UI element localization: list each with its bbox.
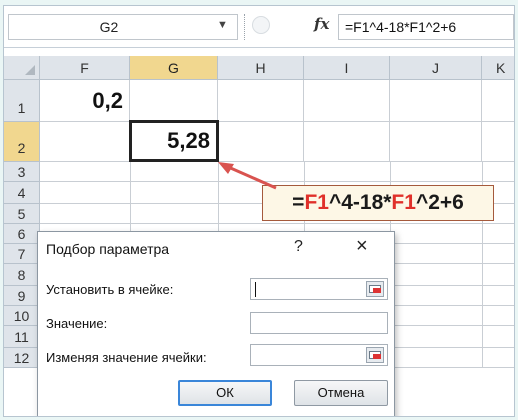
cell-g2[interactable]: 5,28 [129,120,219,162]
row-header-4[interactable]: 4 [4,182,40,204]
goal-seek-dialog: Подбор параметра ? × Установить в ячейке… [37,231,395,416]
column-header-k[interactable]: K [482,56,514,80]
row-header-1[interactable]: 1 [4,80,40,122]
insert-function-icon[interactable]: fx [314,15,329,33]
row-header-6[interactable]: 6 [4,224,40,244]
row-header-2[interactable]: 2 [4,122,40,162]
callout-middle: ^4-18* [328,191,392,214]
close-icon[interactable]: × [356,235,368,258]
column-header-j[interactable]: J [390,56,482,80]
callout-ref-1: F1 [304,191,329,214]
cell-k1[interactable] [482,80,514,122]
row-header-9[interactable]: 9 [4,286,40,306]
cell-g1[interactable] [130,80,218,122]
cell-f2[interactable] [40,122,130,162]
formula-bar-divider[interactable] [244,14,246,40]
cell-k2[interactable] [482,122,514,162]
cell-h2[interactable] [218,122,304,162]
callout-suffix: ^2+6 [415,191,464,214]
callout-prefix: = [292,191,305,214]
callout-ref-2: F1 [391,191,416,214]
chevron-down-icon[interactable]: ▼ [217,19,228,31]
row-header-8[interactable]: 8 [4,264,40,286]
column-header-h[interactable]: H [218,56,304,80]
collapse-dialog-icon-2[interactable] [366,347,384,363]
to-value-input[interactable] [250,312,388,334]
changing-cell-label: Изменяя значение ячейки: [46,350,207,365]
dialog-title: Подбор параметра [46,241,170,257]
cancel-button[interactable]: Отмена [294,380,388,406]
set-cell-input[interactable] [250,278,388,300]
name-box-value: G2 [99,19,119,35]
formula-callout: =F1^4-18*F1^2+6 [262,185,494,221]
row-3-cells[interactable] [40,162,514,182]
excel-window: G2 ▼ fx =F1^4-18*F1^2+6 F G H I J K 1 2 … [3,5,515,417]
row-header-7[interactable]: 7 [4,244,40,264]
formula-input[interactable]: =F1^4-18*F1^2+6 [338,14,514,40]
column-header-g[interactable]: G [130,56,218,80]
row-header-10[interactable]: 10 [4,306,40,326]
row-header-11[interactable]: 11 [4,326,40,348]
row-header-5[interactable]: 5 [4,204,40,224]
select-all-corner[interactable] [4,56,40,80]
changing-cell-input[interactable] [250,344,388,366]
column-header-i[interactable]: I [304,56,390,80]
cancel-entry-icon [252,16,270,34]
select-all-icon [25,65,35,75]
text-caret [255,282,256,297]
help-icon[interactable]: ? [294,238,303,256]
row-header-3[interactable]: 3 [4,162,40,182]
row-header-12[interactable]: 12 [4,348,40,368]
cell-j2[interactable] [390,122,482,162]
cell-h1[interactable] [218,80,304,122]
ok-button[interactable]: ОК [178,380,272,406]
cell-i1[interactable] [304,80,390,122]
collapse-dialog-icon[interactable] [366,281,384,297]
set-cell-label: Установить в ячейке: [46,282,174,297]
cell-f1[interactable]: 0,2 [40,80,130,122]
to-value-label: Значение: [46,316,108,331]
column-header-f[interactable]: F [40,56,130,80]
name-box[interactable]: G2 ▼ [8,14,238,40]
formula-bar: G2 ▼ fx =F1^4-18*F1^2+6 [4,6,514,48]
cell-j1[interactable] [390,80,482,122]
cell-i2[interactable] [304,122,390,162]
